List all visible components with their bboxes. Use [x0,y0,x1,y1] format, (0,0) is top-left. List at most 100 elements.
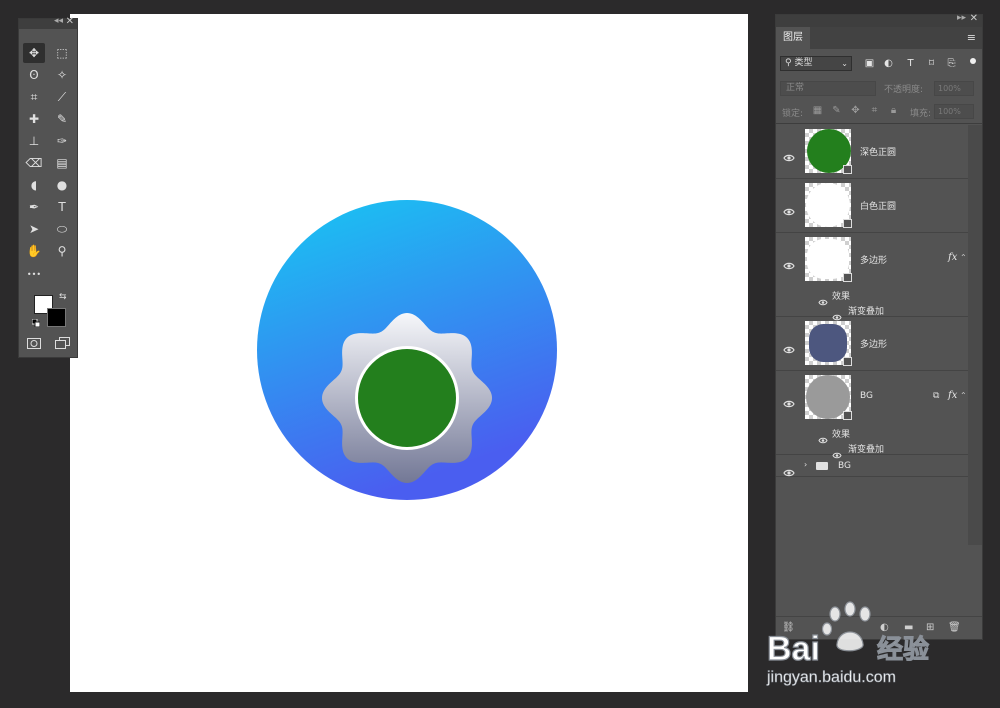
visibility-eye-icon[interactable] [783,339,795,354]
shape-layer-icon [843,219,852,228]
chevron-up-icon[interactable]: ⌃ [960,391,967,400]
tools-panel: ◂◂ ✕ ✥ ⬚ ʘ ✧ ⌗ ⟋ ✚ ✎ ⊥ ✑ ⌫ ▤ ◖ ● ✒ T ➤ ⬭ ✋ ⚲ ••• ⇆ [18,16,78,358]
folder-icon [816,462,828,470]
lock-label: 锁定: [782,109,804,119]
opacity-label: 不透明度: [884,85,924,95]
gradient-tool-icon[interactable]: ▤ [51,153,73,173]
blur-tool-icon[interactable]: ◖ [23,175,45,195]
filter-toggle-icon[interactable] [970,58,976,64]
background-color-swatch[interactable] [47,308,66,327]
shape-layer-icon [843,411,852,420]
dodge-tool-icon[interactable]: ● [51,175,73,195]
eyedropper-icon[interactable]: ⟋ [51,87,73,107]
layer-name: BG [838,461,851,471]
filter-type-icon[interactable]: T [905,58,916,69]
shape-layer-icon [843,357,852,366]
visibility-eye-icon[interactable] [783,147,795,162]
collapse-icon[interactable]: ▸▸ [957,13,966,23]
more-tools-icon[interactable]: ••• [23,265,45,285]
magic-wand-icon[interactable]: ✧ [51,65,73,85]
paw-logo-icon [821,601,871,652]
filter-smart-object-icon[interactable]: ⎘ [946,58,957,69]
layer-thumbnail [805,129,852,174]
effect-gradient-overlay[interactable]: 渐变叠加 [848,442,884,455]
layer-row[interactable]: 多边形 [776,317,968,371]
layer-row[interactable]: BG fx ⌃ ⧉ 效果 渐变叠加 [776,371,968,459]
layers-panel: ▸▸ ✕ 图层 ≡ ⚲ 类型 ⌄ ▣ ◐ T ⌑ ⎘ 正常 不透明度: 100%… [775,13,983,640]
layer-row[interactable]: 深色正圆 [776,125,968,179]
visibility-eye-icon[interactable] [783,201,795,216]
fill-field[interactable]: 100% [934,104,974,119]
lock-position-icon[interactable]: ✥ [850,105,861,116]
layer-name: 白色正圆 [860,202,897,212]
clipping-mask-icon: ⧉ [933,391,940,401]
layer-row[interactable]: 白色正圆 [776,179,968,233]
marquee-tool-icon[interactable]: ⬚ [51,43,73,63]
layer-effects-icon[interactable]: fx [948,390,957,401]
shape-layer-icon [843,273,852,282]
history-brush-icon[interactable]: ✑ [51,131,73,151]
filter-pixel-icon[interactable]: ▣ [864,58,875,69]
opacity-field[interactable]: 100% [934,81,974,96]
quick-mask-icon[interactable] [23,333,45,353]
panel-header[interactable]: ▸▸ ✕ [776,13,982,27]
crop-tool-icon[interactable]: ⌗ [23,87,45,107]
effects-visibility-icon[interactable] [818,429,828,444]
ellipse-tool-icon[interactable]: ⬭ [51,219,73,239]
type-tool-icon[interactable]: T [51,197,73,217]
healing-brush-icon[interactable]: ✚ [23,109,45,129]
effects-visibility-icon[interactable] [818,291,828,306]
layer-effects-icon[interactable]: fx [948,252,957,263]
document-canvas[interactable] [70,14,748,692]
chevron-down-icon: ⌄ [841,59,848,68]
visibility-eye-icon[interactable] [783,393,795,408]
visibility-eye-icon[interactable] [783,255,795,270]
watermark-url: jingyan.baidu.com [766,669,896,686]
close-icon[interactable]: ✕ [66,16,74,27]
tools-panel-header[interactable]: ◂◂ ✕ [19,16,77,29]
layer-name: 多边形 [860,256,888,266]
lock-all-icon[interactable]: 🔒︎ [888,105,899,116]
lasso-tool-icon[interactable]: ʘ [23,65,45,85]
panel-tabs: 图层 ≡ [776,27,982,49]
watermark-brand: Bai [767,630,820,668]
move-tool-icon[interactable]: ✥ [23,43,45,63]
screen-mode-icon[interactable] [51,333,73,353]
hand-tool-icon[interactable]: ✋ [23,241,45,261]
tab-layers[interactable]: 图层 [776,27,810,49]
layer-group-row[interactable]: › BG [776,455,968,477]
chevron-up-icon[interactable]: ⌃ [960,253,967,262]
path-select-icon[interactable]: ➤ [23,219,45,239]
chevron-right-icon[interactable]: › [804,460,807,469]
layer-thumbnail [805,375,852,420]
eraser-tool-icon[interactable]: ⌫ [23,153,45,173]
watermark-brand-cn: 经验 [877,634,929,665]
filter-adjustment-icon[interactable]: ◐ [883,58,894,69]
zoom-tool-icon[interactable]: ⚲ [51,241,73,261]
close-icon[interactable]: ✕ [970,13,978,24]
default-colors-icon[interactable] [32,319,40,327]
stamp-tool-icon[interactable]: ⊥ [23,131,45,151]
layer-filter-select[interactable]: ⚲ 类型 ⌄ [780,56,852,71]
filter-shape-icon[interactable]: ⌑ [926,58,937,69]
layer-row[interactable]: 多边形 fx ⌃ 效果 渐变叠加 [776,233,968,321]
green-circle [358,349,456,447]
lock-pixels-icon[interactable]: ✎ [831,105,842,116]
fill-label: 填充: [910,109,932,119]
lock-artboard-icon[interactable]: ⌗ [869,105,880,116]
visibility-eye-icon[interactable] [783,462,795,477]
divider [776,123,982,124]
effect-visibility-icon[interactable] [832,444,842,459]
effect-gradient-overlay[interactable]: 渐变叠加 [848,304,884,317]
brush-tool-icon[interactable]: ✎ [51,109,73,129]
layer-thumbnail [805,321,852,366]
panel-menu-icon[interactable]: ≡ [967,31,976,44]
swap-colors-icon[interactable]: ⇆ [59,292,67,302]
collapse-icon[interactable]: ◂◂ [54,16,63,26]
blend-mode-select[interactable]: 正常 [780,81,876,96]
layers-scrollbar[interactable] [968,125,982,545]
pen-tool-icon[interactable]: ✒ [23,197,45,217]
lock-transparent-icon[interactable]: ▦ [812,105,823,116]
effect-visibility-icon[interactable] [832,306,842,321]
layer-name: BG [860,391,873,401]
